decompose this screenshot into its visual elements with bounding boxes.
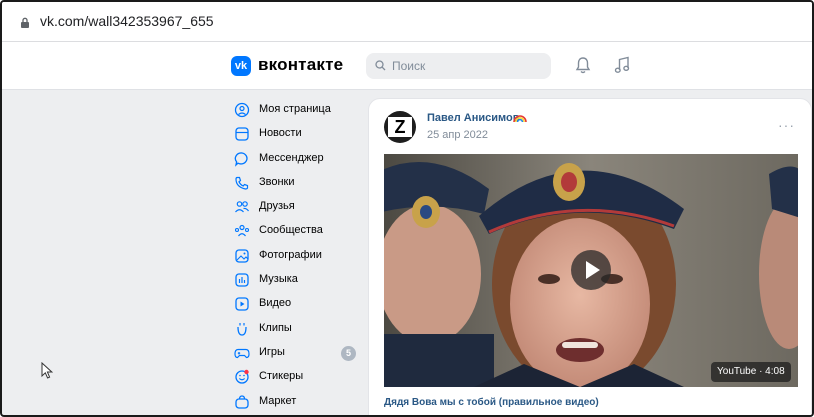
- menu-item-label: Звонки: [259, 175, 295, 188]
- bell-icon[interactable]: [575, 56, 591, 74]
- menu-item-label: Музыка: [259, 273, 298, 286]
- post-card: Z Павел Анисимов 25 апр 2022 ··· YouTube…: [368, 98, 812, 415]
- menu-item-stickers[interactable]: Стикеры: [232, 365, 362, 389]
- menu-item-label: Стикеры: [259, 370, 304, 383]
- menu-item-messenger[interactable]: Мессенджер: [232, 147, 362, 171]
- menu-item-communities[interactable]: Сообщества: [232, 219, 362, 243]
- search-icon: [375, 60, 386, 71]
- menu-item-calls[interactable]: Звонки: [232, 171, 362, 195]
- sticker-icon: [235, 370, 249, 384]
- menu-item-label: Видео: [259, 297, 292, 310]
- menu-item-my-page[interactable]: Моя страница: [232, 98, 362, 122]
- menu-item-friends[interactable]: Друзья: [232, 195, 362, 219]
- menu-item-video[interactable]: Видео: [232, 292, 362, 316]
- menu-item-label: Новости: [259, 127, 302, 140]
- menu-item-games[interactable]: Игры 5: [232, 341, 362, 365]
- menu-item-news[interactable]: Новости: [232, 122, 362, 146]
- lock-icon: [21, 17, 29, 28]
- left-menu: Моя страница Новости Мессенджер Звонки Д…: [232, 98, 362, 414]
- post-date[interactable]: 25 апр 2022: [427, 129, 488, 141]
- author-avatar[interactable]: Z: [384, 111, 416, 143]
- menu-item-label: Игры: [259, 345, 285, 358]
- search-input[interactable]: Поиск: [366, 53, 551, 79]
- gamepad-icon: [234, 348, 250, 359]
- video-title[interactable]: Дядя Вова мы с тобой (правильное видео): [384, 397, 599, 408]
- vk-header: vk вконтакте Поиск: [2, 42, 812, 90]
- games-counter-badge: 5: [341, 345, 356, 361]
- avatar-letter: Z: [394, 116, 406, 137]
- more-options-icon[interactable]: ···: [778, 117, 795, 133]
- search-placeholder: Поиск: [392, 59, 426, 73]
- music-icon[interactable]: [614, 56, 630, 74]
- clips-icon: [237, 322, 247, 336]
- market-icon: [235, 394, 249, 409]
- vk-logo-text[interactable]: вконтакте: [258, 55, 343, 75]
- communities-icon: [234, 225, 250, 237]
- menu-item-photos[interactable]: Фотографии: [232, 244, 362, 268]
- friends-icon: [235, 201, 249, 213]
- menu-item-label: Фотографии: [259, 248, 322, 261]
- phone-icon: [235, 176, 249, 190]
- play-button[interactable]: [571, 250, 611, 290]
- menu-item-market[interactable]: Маркет: [232, 390, 362, 414]
- url-text[interactable]: vk.com/wall342353967_655: [40, 13, 214, 29]
- menu-item-label: Сообщества: [259, 224, 323, 237]
- menu-item-clips[interactable]: Клипы: [232, 317, 362, 341]
- rainbow-icon: [513, 115, 527, 123]
- menu-item-label: Друзья: [259, 200, 295, 213]
- video-icon: [235, 297, 249, 312]
- message-icon: [234, 151, 248, 167]
- address-bar[interactable]: vk.com/wall342353967_655: [2, 2, 812, 42]
- menu-item-label: Клипы: [259, 321, 292, 334]
- menu-item-label: Маркет: [259, 394, 297, 407]
- news-icon: [235, 127, 249, 141]
- browser-window: vk.com/wall342353967_655 vk вконтакте По…: [0, 0, 814, 417]
- mouse-cursor-icon: [41, 362, 53, 379]
- music-icon: [235, 273, 249, 287]
- vk-logo-icon[interactable]: vk: [231, 56, 251, 76]
- menu-item-music[interactable]: Музыка: [232, 268, 362, 292]
- user-circle-icon: [234, 102, 250, 118]
- menu-item-label: Моя страница: [259, 103, 331, 115]
- photos-icon: [235, 249, 249, 263]
- menu-item-label: Мессенджер: [259, 151, 324, 164]
- video-duration: YouTube · 4:08: [711, 362, 791, 382]
- post-author[interactable]: Павел Анисимов: [427, 112, 520, 124]
- video-player[interactable]: YouTube · 4:08: [384, 154, 798, 387]
